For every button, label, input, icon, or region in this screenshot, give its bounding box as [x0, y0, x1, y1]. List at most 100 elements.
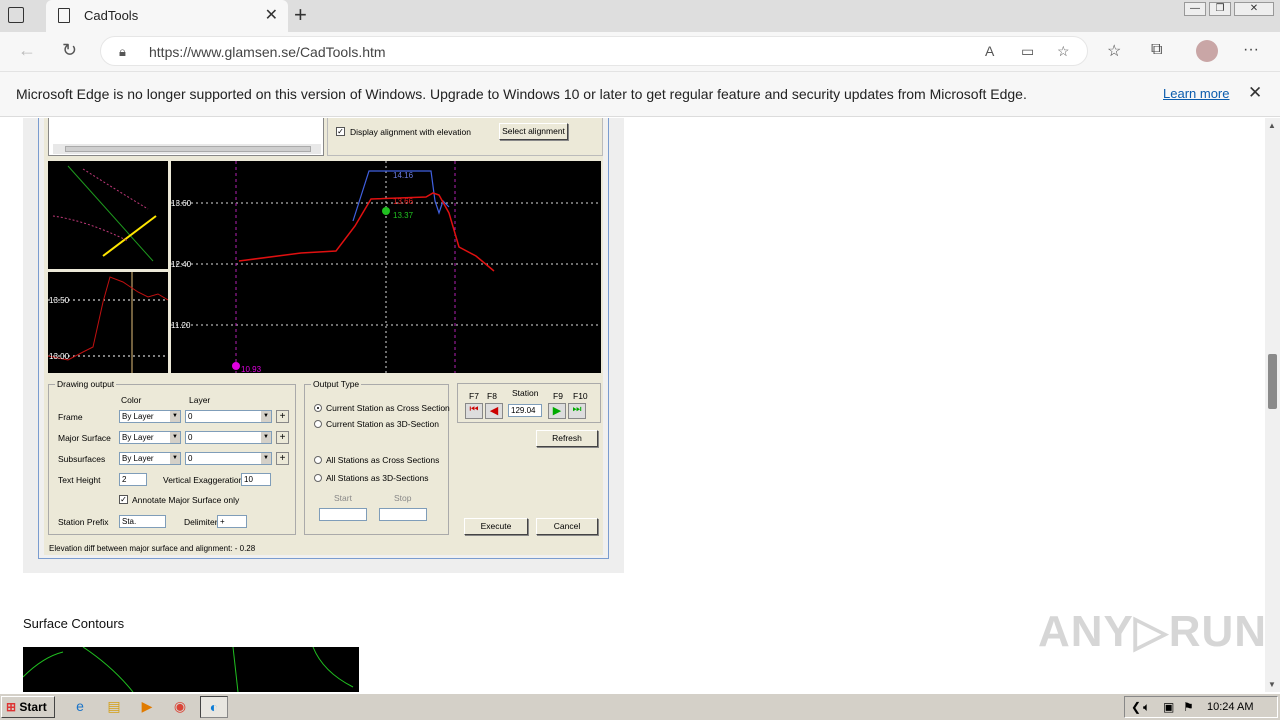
- start-button[interactable]: ⊞ Start: [1, 696, 55, 718]
- station-prefix-input: Sta.: [119, 515, 166, 528]
- scroll-up-icon[interactable]: ▲: [1268, 121, 1276, 130]
- text-height-input: 2: [119, 473, 147, 486]
- layer-col-header: Layer: [189, 395, 211, 405]
- anyrun-watermark: ANY▷RUN: [1038, 607, 1265, 656]
- stop-input: [379, 508, 427, 521]
- flag-icon[interactable]: ⚑: [1183, 700, 1194, 714]
- select-alignment-button: Select alignment: [499, 123, 568, 140]
- drawing-output-group: Drawing output Color Layer Frame By Laye…: [48, 379, 296, 535]
- delimiter-input: +: [217, 515, 247, 528]
- tab-actions-icon[interactable]: [8, 7, 24, 23]
- explorer-icon[interactable]: ▤: [100, 696, 128, 718]
- annotation-station-point: 13.37: [393, 211, 414, 220]
- annotation-low-point: 10.93: [241, 365, 262, 374]
- address-bar[interactable]: 🔒︎ https://www.glamsen.se/CadTools.htm A…: [100, 36, 1088, 66]
- radio-all-3d: [314, 474, 322, 482]
- annotation-surface: 13.66: [393, 197, 414, 206]
- tab-title: CadTools: [84, 8, 139, 23]
- subsurfaces-label: Subsurfaces: [58, 454, 106, 464]
- windows-logo-icon: ⊞: [6, 700, 17, 714]
- drawing-output-title: Drawing output: [55, 379, 117, 389]
- ie-icon[interactable]: e: [66, 696, 94, 718]
- cancel-button: Cancel: [536, 518, 598, 535]
- profile-label-1: 13.50: [49, 296, 70, 305]
- major-surface-color-select: By Layer ▼: [119, 431, 181, 444]
- close-window-button[interactable]: ✕: [1234, 2, 1274, 16]
- add-favorite-icon[interactable]: ☆: [1057, 43, 1070, 60]
- read-aloud-icon[interactable]: A: [985, 43, 994, 59]
- page-scrollbar[interactable]: ▲ ▼: [1265, 118, 1280, 692]
- annotate-label: Annotate Major Surface only: [132, 495, 240, 505]
- more-menu-icon[interactable]: ···: [1243, 41, 1259, 59]
- execute-button: Execute: [464, 518, 528, 535]
- new-tab-button[interactable]: +: [294, 2, 307, 28]
- surface-contours-image: [22, 646, 359, 692]
- page-content: ✓ Display alignment with elevation Selec…: [0, 118, 1265, 692]
- start-label: Start: [19, 700, 47, 714]
- infobar-message: Microsoft Edge is no longer supported on…: [16, 86, 1027, 102]
- unsupported-os-infobar: Microsoft Edge is no longer supported on…: [0, 72, 1280, 117]
- minimize-button[interactable]: —: [1184, 2, 1206, 16]
- plan-view-graphic: [52, 165, 157, 262]
- f9-key-label: F9: [553, 391, 563, 401]
- major-surface-layer-select: 0 ▼: [185, 431, 272, 444]
- clock: 10:24 AM: [1207, 701, 1254, 713]
- elevation-label-3: 11.20: [171, 321, 191, 330]
- favorites-icon[interactable]: ☆: [1107, 41, 1121, 61]
- tab-cadtools[interactable]: CadTools ✕: [46, 0, 288, 32]
- tray-expand-icon[interactable]: ❮: [1131, 700, 1141, 714]
- subsurfaces-color-select: By Layer ▼: [119, 452, 181, 465]
- media-player-icon[interactable]: ▶: [133, 696, 161, 718]
- delimiter-label: Delimiter: [184, 517, 218, 527]
- cad-dialog-screenshot: ✓ Display alignment with elevation Selec…: [38, 118, 609, 559]
- f8-key-label: F8: [487, 391, 497, 401]
- frame-layer-select: 0 ▼: [185, 410, 272, 423]
- radio-current-cross: [314, 404, 322, 412]
- start-label: Start: [334, 493, 352, 503]
- learn-more-link[interactable]: Learn more: [1163, 86, 1229, 101]
- scrollbar-thumb[interactable]: [1268, 354, 1277, 409]
- major-surface-label: Major Surface: [58, 433, 111, 443]
- annotation-alignment-top: 14.16: [393, 171, 414, 180]
- f10-key-label: F10: [573, 391, 588, 401]
- edge-taskbar-icon[interactable]: ◐: [200, 696, 228, 718]
- contour-lines-graphic: [22, 646, 354, 692]
- display-alignment-checkbox: ✓: [336, 127, 345, 136]
- volume-icon[interactable]: 🔈︎: [1143, 700, 1150, 715]
- url-text: https://www.glamsen.se/CadTools.htm: [149, 44, 386, 60]
- annotate-checkbox: ✓: [119, 495, 128, 504]
- profile-label-2: 13.00: [49, 352, 70, 361]
- vert-exag-input: 10: [241, 473, 271, 486]
- alignment-listbox: [48, 118, 324, 156]
- collections-icon[interactable]: ⧉: [1151, 41, 1162, 59]
- infobar-close-icon[interactable]: ✕: [1248, 83, 1262, 103]
- f7-key-label: F7: [469, 391, 479, 401]
- profile-avatar[interactable]: [1196, 40, 1218, 62]
- cross-section-graphic: [171, 161, 601, 373]
- refresh-button: Refresh: [536, 430, 598, 447]
- refresh-icon[interactable]: ↻: [62, 40, 77, 61]
- immersive-reader-icon[interactable]: ▭: [1021, 43, 1034, 60]
- page-icon: [58, 8, 70, 23]
- option-current-cross: Current Station as Cross Section: [326, 403, 450, 413]
- restore-button[interactable]: ❐: [1209, 2, 1231, 16]
- tab-close-icon[interactable]: ✕: [265, 5, 278, 25]
- status-text: Elevation diff between major surface and…: [49, 544, 256, 553]
- color-col-header: Color: [121, 395, 142, 405]
- frame-label: Frame: [58, 412, 83, 422]
- plan-view-plot: [48, 161, 168, 269]
- text-height-label: Text Height: [58, 475, 101, 485]
- next-station-icon: ▶: [548, 403, 566, 419]
- listbox-scrollbar: [53, 144, 321, 154]
- last-station-icon: ⏭: [568, 403, 586, 419]
- back-icon[interactable]: ←: [18, 40, 36, 61]
- display-alignment-label: Display alignment with elevation: [350, 127, 471, 137]
- frame-color-select: By Layer ▼: [119, 410, 181, 423]
- chrome-icon[interactable]: ◉: [166, 696, 194, 718]
- network-icon[interactable]: ▣: [1163, 700, 1174, 714]
- profile-mini-plot: 13.50 13.00: [47, 272, 169, 373]
- elevation-label-2: 12.40: [171, 260, 192, 269]
- option-all-cross: All Stations as Cross Sections: [326, 455, 440, 465]
- browser-toolbar: ← ↻ 🔒︎ https://www.glamsen.se/CadTools.h…: [0, 32, 1280, 72]
- scroll-down-icon[interactable]: ▼: [1268, 680, 1276, 689]
